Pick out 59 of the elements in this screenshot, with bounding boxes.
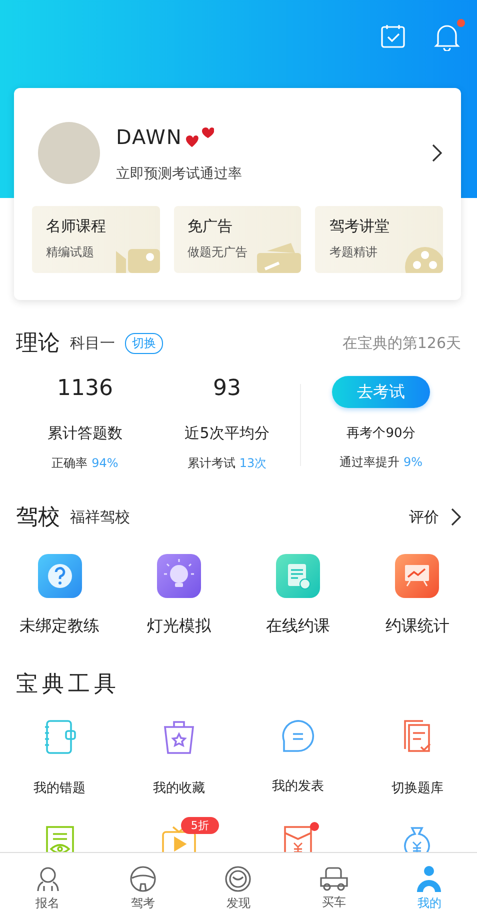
stat-label: 累计答题数 (48, 424, 122, 443)
tool-label[interactable]: 我的错题 (34, 779, 86, 797)
chevron-right-icon (451, 508, 461, 526)
driver-icon (415, 864, 444, 892)
pass-rate-detail: 通过率提升 9% (339, 454, 423, 471)
star-bag-icon (162, 719, 196, 755)
days-label: 在宝典的第126天 (342, 334, 461, 352)
promo-title: 驾考讲堂 (329, 217, 390, 236)
section-title: 理论 (16, 330, 60, 358)
notification-icon (434, 23, 460, 51)
schedule-icon (276, 554, 320, 598)
envelope-icon (283, 825, 314, 852)
school-name: 福祥驾校 (70, 508, 130, 526)
tool-label[interactable]: 切换题库 (391, 779, 444, 797)
promo-card[interactable]: 驾考讲堂 考题精讲 (315, 206, 443, 273)
section-title: 宝典工具 (16, 672, 120, 697)
nav-tab[interactable]: 报名 (0, 853, 96, 923)
document-eye-icon (44, 825, 75, 852)
notebook-icon (42, 719, 77, 755)
question-icon (38, 554, 82, 598)
feature-label[interactable]: 在线约课 (266, 616, 330, 637)
calendar-button[interactable] (379, 23, 407, 51)
exam-hint: 再考个90分 (346, 425, 416, 442)
tool-label[interactable]: 我的收藏 (152, 779, 205, 797)
light-bulb-icon (156, 554, 201, 598)
promo-subtitle: 做题无广告 (188, 244, 248, 261)
tool-label[interactable]: 我的发表 (272, 777, 324, 795)
stat-value: 1136 (57, 376, 113, 403)
feature-label[interactable]: 灯光模拟 (146, 616, 211, 637)
ticket-icon (257, 243, 302, 273)
stat-detail: 累计考试 13次 (187, 455, 267, 472)
chevron-right-icon (431, 143, 443, 163)
promo-title: 免广告 (188, 217, 233, 236)
camera-icon (116, 247, 160, 273)
promo-subtitle: 精编试题 (46, 244, 94, 261)
chat-icon (281, 719, 316, 753)
steering-wheel-icon (129, 864, 158, 892)
promo-title: 名师课程 (46, 217, 106, 236)
feature-label[interactable]: 未绑定教练 (20, 616, 100, 637)
stat-value: 93 (213, 376, 241, 403)
nav-tab[interactable]: 驾考 (95, 853, 191, 923)
stat-label: 近5次平均分 (184, 424, 270, 443)
promo-card[interactable]: 名师课程 精编试题 (32, 206, 160, 273)
promo-subtitle: 考题精讲 (329, 244, 378, 261)
calendar-check-icon (380, 23, 406, 49)
discount-badge: 5折 (180, 817, 219, 834)
feature-label[interactable]: 约课统计 (385, 616, 450, 637)
promo-card[interactable]: 免广告 做题无广告 (174, 206, 302, 273)
rate-link[interactable]: 评价 (409, 508, 461, 526)
car-icon (318, 866, 349, 892)
subject-label: 科目一 (70, 334, 115, 352)
profile-subtitle: 立即预测考试通过率 (116, 165, 243, 183)
compass-icon (224, 864, 252, 892)
nav-tab[interactable]: 买车 (286, 853, 382, 923)
stat-detail: 正确率 94% (52, 455, 118, 472)
user-name: DAWN (116, 125, 182, 149)
nav-tab[interactable]: 发现 (190, 853, 286, 923)
section-title: 驾校 (16, 504, 60, 532)
chart-board-icon (395, 554, 440, 598)
